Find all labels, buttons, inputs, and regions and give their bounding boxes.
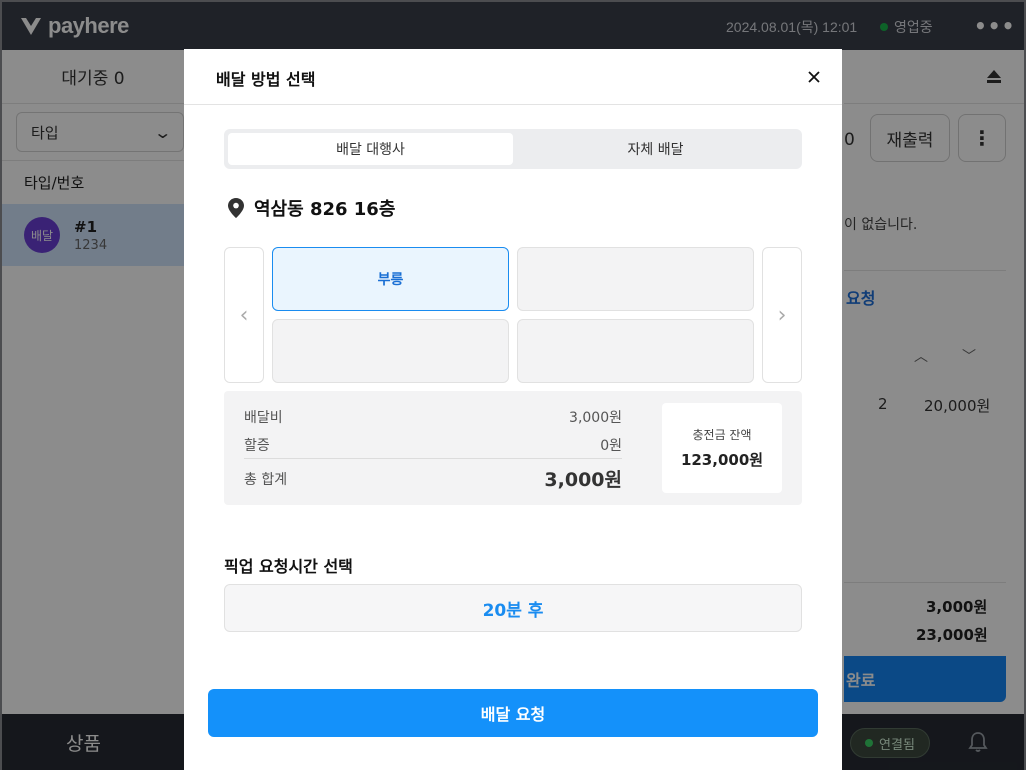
- delivery-fee-row: 배달비 3,000원: [244, 407, 622, 427]
- agency-option-empty[interactable]: [517, 319, 754, 383]
- address-text: 역삼동 826 16층: [254, 199, 396, 220]
- delivery-type-tabs: 배달 대행사 자체 배달: [224, 129, 802, 169]
- request-delivery-button[interactable]: 배달 요청: [208, 689, 818, 737]
- divider: [244, 458, 622, 459]
- close-icon: [808, 71, 820, 83]
- fee-summary: 배달비 3,000원 할증 0원 총 합계 3,000원 충전금 잔액 123,…: [224, 391, 802, 505]
- delivery-address: 역삼동 826 16층: [228, 195, 395, 221]
- agency-next-button[interactable]: ›: [762, 247, 802, 383]
- delivery-fee-label: 배달비: [244, 410, 283, 426]
- chevron-left-icon: ‹: [239, 302, 249, 328]
- agency-option-empty[interactable]: [272, 319, 509, 383]
- tab-self-delivery[interactable]: 자체 배달: [513, 133, 798, 165]
- agency-option-vroong[interactable]: 부릉: [272, 247, 509, 311]
- pickup-time-select[interactable]: 20분 후: [224, 584, 802, 632]
- modal-title: 배달 방법 선택: [216, 70, 316, 89]
- total-label: 총 합계: [244, 471, 288, 488]
- tab-delivery-agency[interactable]: 배달 대행사: [228, 133, 513, 165]
- agency-option-empty[interactable]: [517, 247, 754, 311]
- pickup-time-label: 픽업 요청시간 선택: [224, 557, 353, 576]
- balance-card: 충전금 잔액 123,000원: [662, 403, 782, 493]
- location-pin-icon: [228, 198, 244, 218]
- agency-prev-button[interactable]: ‹: [224, 247, 264, 383]
- balance-value: 123,000원: [680, 451, 764, 469]
- surcharge-value: 0원: [600, 438, 622, 454]
- surcharge-label: 할증: [244, 438, 270, 454]
- close-button[interactable]: [802, 63, 826, 91]
- delivery-method-modal: 배달 방법 선택 배달 대행사 자체 배달 역삼동 826 16층 ‹ 부릉 ›…: [184, 49, 842, 770]
- total-value: 3,000원: [544, 469, 622, 491]
- chevron-right-icon: ›: [777, 302, 787, 328]
- surcharge-row: 할증 0원: [244, 435, 622, 455]
- delivery-fee-value: 3,000원: [569, 410, 622, 426]
- total-row: 총 합계 3,000원: [244, 465, 622, 492]
- balance-label: 충전금 잔액: [692, 428, 752, 442]
- modal-header: 배달 방법 선택: [184, 49, 842, 105]
